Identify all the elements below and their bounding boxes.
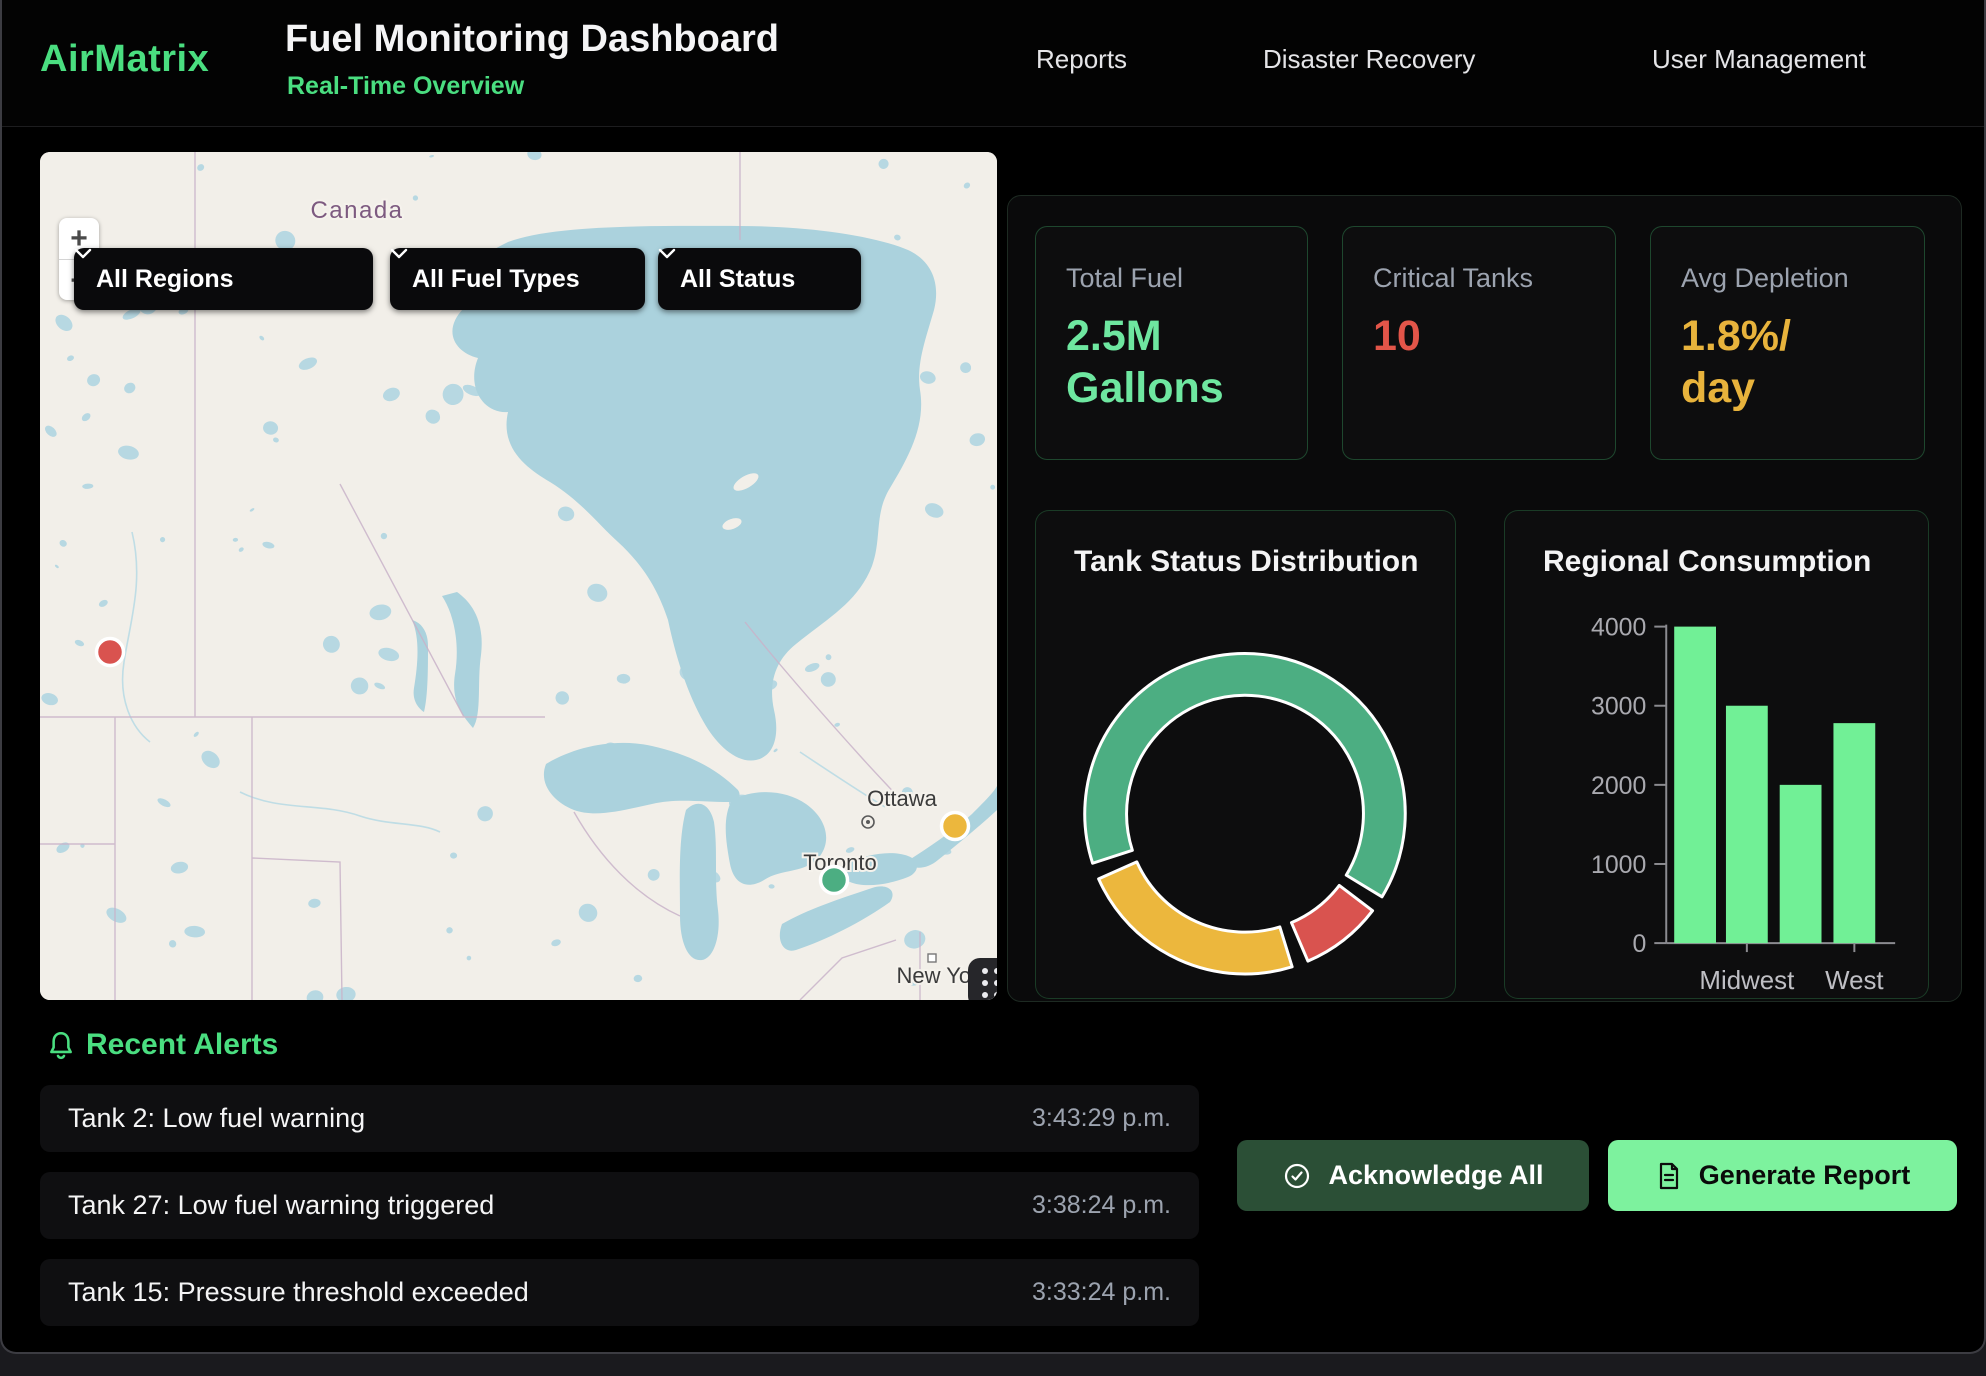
chevron-down-icon (74, 248, 92, 260)
stat-label: Avg Depletion (1681, 263, 1894, 294)
donut-segment-critical (1291, 885, 1372, 961)
tank-status-card: Tank Status Distribution (1035, 510, 1456, 999)
map-label-ottawa: Ottawa (867, 786, 937, 811)
chevron-down-icon (658, 248, 676, 260)
page-subtitle: Real-Time Overview (287, 72, 524, 101)
y-tick-label: 4000 (1591, 614, 1646, 642)
filter-dropdown-all-regions[interactable]: All Regions (74, 248, 373, 310)
regional-consumption-bar-chart: 0 1000 2000 3000 4000 Midwest West (1505, 511, 1928, 998)
regional-consumption-title: Regional Consumption (1543, 545, 1871, 579)
filter-selected-value: All Status (680, 265, 795, 294)
alert-text: Tank 27: Low fuel warning triggered (68, 1190, 494, 1221)
filter-selected-value: All Fuel Types (412, 265, 580, 294)
nav-item-reports[interactable]: Reports (1036, 44, 1127, 75)
stat-value: 1.8%/​day (1681, 310, 1861, 415)
y-tick-label: 1000 (1591, 851, 1646, 879)
generate-report-label: Generate Report (1699, 1160, 1911, 1191)
stat-label: Critical Tanks (1373, 263, 1585, 294)
bell-icon (44, 1028, 78, 1064)
acknowledge-all-button[interactable]: Acknowledge All (1237, 1140, 1589, 1211)
alert-row[interactable]: Tank 15: Pressure threshold exceeded 3:33… (40, 1259, 1199, 1326)
stat-card-total-fuel: Total Fuel 2.5M Gallons (1035, 226, 1308, 460)
alerts-section-title: Recent Alerts (86, 1028, 278, 1062)
check-circle-icon (1282, 1161, 1312, 1191)
donut-segment-normal (1085, 653, 1405, 896)
alert-row[interactable]: Tank 27: Low fuel warning triggered 3:38:… (40, 1172, 1199, 1239)
alert-text: Tank 15: Pressure threshold exceeded (68, 1277, 529, 1308)
bar-2 (1780, 785, 1822, 943)
alert-row[interactable]: Tank 2: Low fuel warning 3:43:29 p.m. (40, 1085, 1199, 1152)
stat-card-avg-depletion: Avg Depletion 1.8%/​day (1650, 226, 1925, 460)
y-tick-label: 2000 (1591, 772, 1646, 800)
stat-value: 2.5M Gallons (1066, 310, 1246, 415)
page-title: Fuel Monitoring Dashboard (285, 18, 779, 61)
nav-item-user-management[interactable]: User Management (1652, 44, 1866, 75)
bar-0 (1674, 627, 1716, 944)
stat-value: 10 (1373, 310, 1553, 362)
map-panel[interactable]: Canada OttawaTorontoNew York + − All Reg… (40, 152, 997, 1000)
report-document-icon (1655, 1161, 1683, 1191)
filter-dropdown-all-fuel-types[interactable]: All Fuel Types (390, 248, 645, 310)
regional-consumption-card: 0 1000 2000 3000 4000 Midwest West Regional Co… (1504, 510, 1929, 999)
y-tick-label: 3000 (1591, 693, 1646, 721)
stat-card-critical-tanks: Critical Tanks 10 (1342, 226, 1616, 460)
metrics-panel: Total Fuel 2.5M Gallons Critical Tanks 10 Av… (1007, 195, 1962, 1002)
tank-status-donut-chart (1036, 511, 1455, 998)
lake-michigan (680, 804, 719, 960)
tank-marker-warning[interactable] (942, 813, 969, 840)
x-tick-label: Midwest (1699, 967, 1794, 995)
alert-timestamp: 3:38:24 p.m. (1032, 1191, 1171, 1220)
generate-report-button[interactable]: Generate Report (1608, 1140, 1957, 1211)
acknowledge-all-label: Acknowledge All (1328, 1160, 1543, 1191)
donut-segment-warning (1099, 862, 1293, 974)
alert-timestamp: 3:43:29 p.m. (1032, 1104, 1171, 1133)
map-label-country: Canada (310, 197, 403, 224)
app-header: AirMatrix Fuel Monitoring Dashboard Real… (2, 0, 1984, 127)
tank-marker-normal[interactable] (821, 867, 848, 894)
filter-dropdown-all-status[interactable]: All Status (658, 248, 861, 310)
resize-grip-icon[interactable] (968, 958, 997, 1000)
tank-marker-critical[interactable] (97, 639, 124, 666)
y-tick-label: 0 (1632, 930, 1646, 958)
app-logo[interactable]: AirMatrix (40, 38, 209, 81)
nav-item-disaster-recovery[interactable]: Disaster Recovery (1263, 44, 1475, 75)
screen: AirMatrix Fuel Monitoring Dashboard Real… (0, 0, 1986, 1376)
bar-1 (1726, 706, 1768, 943)
dashboard-window: AirMatrix Fuel Monitoring Dashboard Real… (0, 0, 1986, 1354)
alert-timestamp: 3:33:24 p.m. (1032, 1278, 1171, 1307)
filter-selected-value: All Regions (96, 265, 234, 294)
alert-text: Tank 2: Low fuel warning (68, 1103, 365, 1134)
bar-3 (1833, 723, 1875, 943)
tank-status-title: Tank Status Distribution (1074, 545, 1418, 579)
x-tick-label: West (1825, 967, 1883, 995)
stat-label: Total Fuel (1066, 263, 1277, 294)
chevron-down-icon (390, 248, 408, 260)
